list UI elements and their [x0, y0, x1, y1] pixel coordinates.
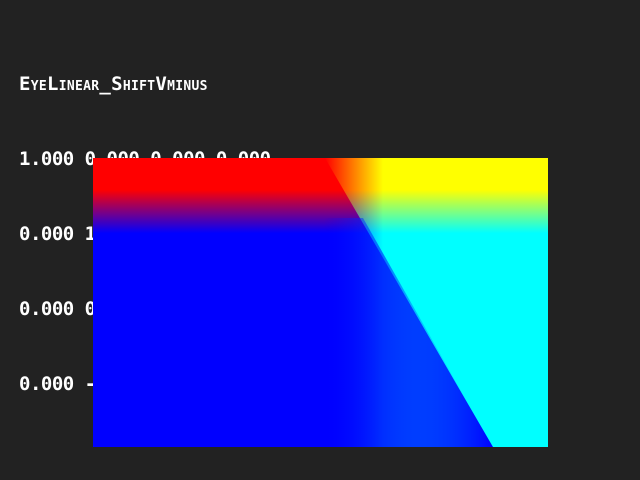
- render-viewport: [93, 158, 548, 447]
- test-title: EyeLinear_ShiftVminus: [19, 73, 208, 95]
- right-region: [93, 158, 548, 447]
- gradient-quad: [93, 158, 548, 447]
